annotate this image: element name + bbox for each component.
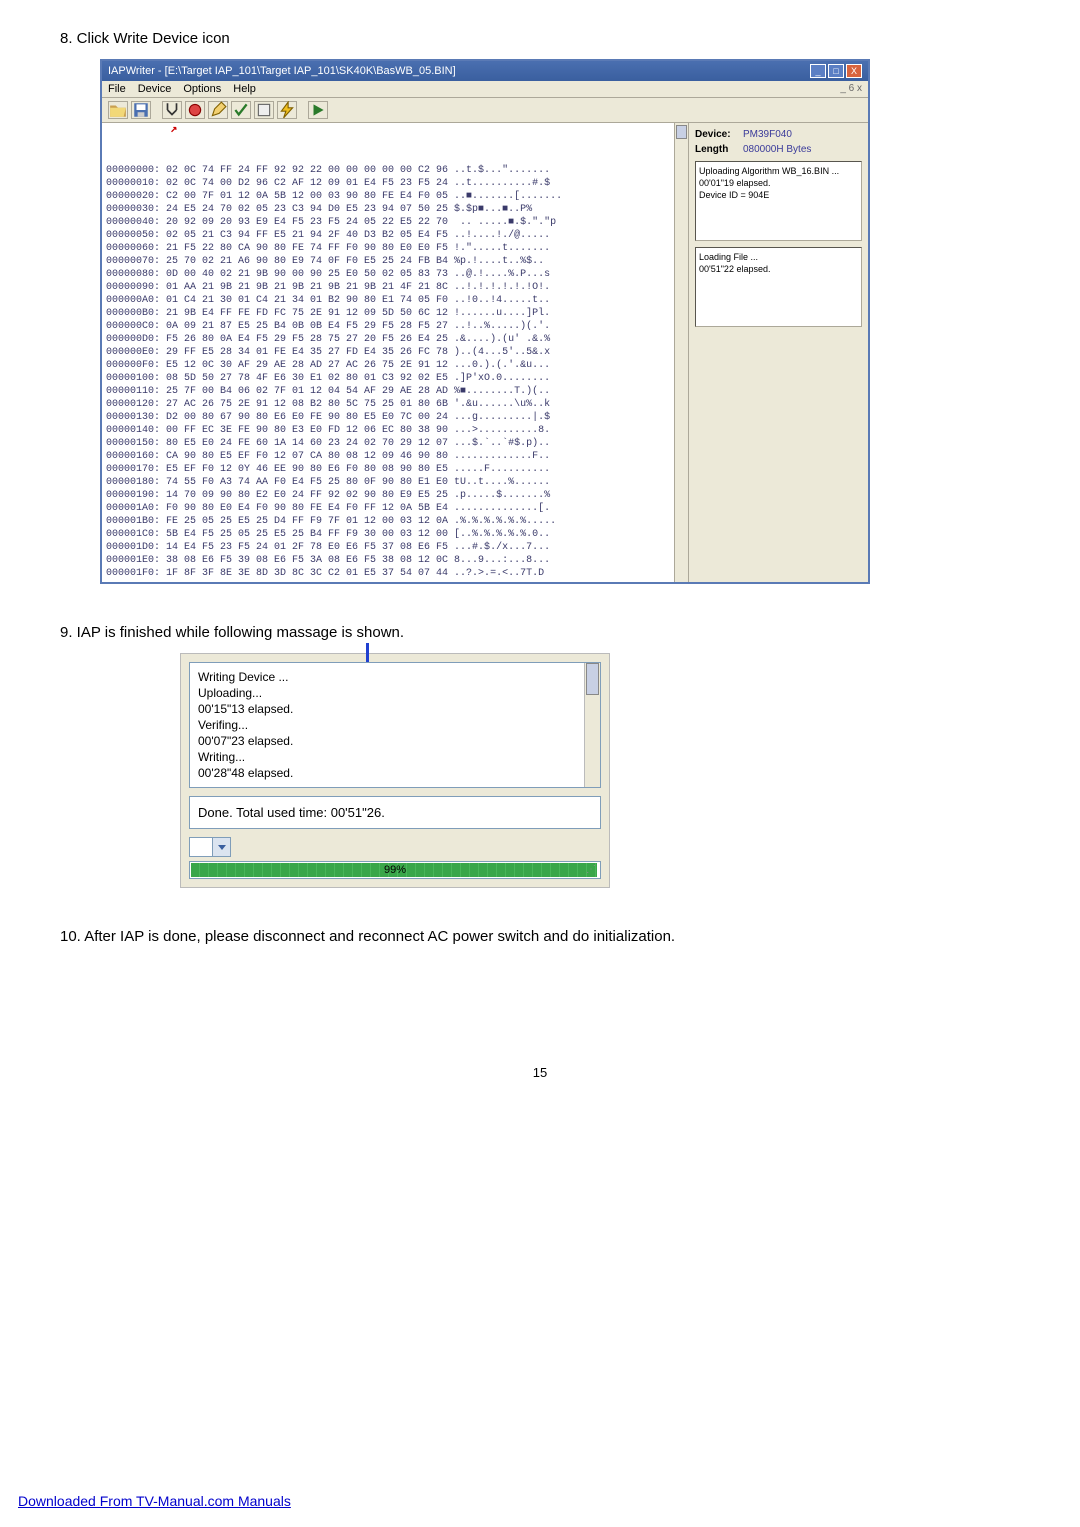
- hex-line: 00000060: 21 F5 22 80 CA 90 80 FE 74 FF …: [106, 242, 670, 255]
- hex-line: 00000100: 08 5D 50 27 78 4F E6 30 E1 02 …: [106, 372, 670, 385]
- device-label: Device:: [695, 129, 743, 140]
- step-10-text: 10. After IAP is done, please disconnect…: [60, 928, 1020, 945]
- menu-help[interactable]: Help: [233, 83, 256, 95]
- hex-line: 00000090: 01 AA 21 9B 21 9B 21 9B 21 9B …: [106, 281, 670, 294]
- hex-line: 000000A0: 01 C4 21 30 01 C4 21 34 01 B2 …: [106, 294, 670, 307]
- menu-options[interactable]: Options: [183, 83, 221, 95]
- log-textarea: Writing Device ... Uploading... 00'15"13…: [189, 662, 601, 788]
- page-number: 15: [60, 1065, 1020, 1080]
- log-line: Writing...: [198, 749, 592, 765]
- hex-line: 00000160: CA 90 80 E5 EF F0 12 07 CA 80 …: [106, 450, 670, 463]
- chevron-down-icon[interactable]: [213, 837, 231, 857]
- done-text: Done. Total used time: 00'51"26.: [189, 796, 601, 829]
- status-box-2: Loading File ... 00'51"22 elapsed.: [695, 247, 862, 327]
- toolbar: [102, 98, 868, 123]
- hex-line: 00000010: 02 0C 74 00 D2 96 C2 AF 12 09 …: [106, 177, 670, 190]
- lightning-icon[interactable]: [277, 101, 297, 119]
- combo-select[interactable]: [189, 837, 601, 857]
- device-value: PM39F040: [743, 129, 792, 140]
- minimize-button[interactable]: _: [810, 64, 826, 78]
- play-icon[interactable]: [308, 101, 328, 119]
- progress-bar: 99% ⋰: [189, 861, 601, 879]
- resize-grip-icon[interactable]: ⋰: [586, 864, 600, 878]
- hex-line: 000000F0: E5 12 0C 30 AF 29 AE 28 AD 27 …: [106, 359, 670, 372]
- hex-line: 000001C0: 5B E4 F5 25 05 25 E5 25 B4 FF …: [106, 528, 670, 541]
- hex-line: 00000070: 25 70 02 21 A6 90 80 E9 74 0F …: [106, 255, 670, 268]
- hex-line: 00000080: 0D 00 40 02 21 9B 90 00 90 25 …: [106, 268, 670, 281]
- open-icon[interactable]: [108, 101, 128, 119]
- status-line: Loading File ...: [699, 251, 858, 263]
- status-box: Uploading Algorithm WB_16.BIN ... 00'01"…: [695, 161, 862, 241]
- hex-line: 000000C0: 0A 09 21 87 E5 25 B4 0B 0B E4 …: [106, 320, 670, 333]
- combo-value: [189, 837, 213, 857]
- hex-line: 000000D0: F5 26 80 0A E4 F5 29 F5 28 75 …: [106, 333, 670, 346]
- log-line: 00'07"23 elapsed.: [198, 733, 592, 749]
- maximize-button[interactable]: □: [828, 64, 844, 78]
- hex-line: 000001D0: 14 E4 F5 23 F5 24 01 2F 78 E0 …: [106, 541, 670, 554]
- mdi-buttons[interactable]: _ 6 x: [840, 83, 862, 95]
- hex-line: 000001B0: FE 25 05 25 E5 25 D4 FF F9 7F …: [106, 515, 670, 528]
- footer-link[interactable]: Downloaded From TV-Manual.com Manuals: [18, 1493, 291, 1509]
- scrollbar[interactable]: [674, 123, 688, 582]
- status-line: Device ID = 904E: [699, 189, 858, 201]
- write-icon[interactable]: [208, 101, 228, 119]
- scrollbar[interactable]: [584, 663, 600, 787]
- log-line: 00'15"13 elapsed.: [198, 701, 592, 717]
- main-area: ↗ 00000000: 02 0C 74 FF 24 FF 92 92 22 0…: [102, 123, 868, 582]
- hex-line: 00000180: 74 55 F0 A3 74 AA F0 E4 F5 25 …: [106, 476, 670, 489]
- side-panel: Device: PM39F040 Length 080000H Bytes Up…: [688, 123, 868, 582]
- hex-line: 000000B0: 21 9B E4 FF FE FD FC 75 2E 91 …: [106, 307, 670, 320]
- log-line: Uploading...: [198, 685, 592, 701]
- menu-file[interactable]: File: [108, 83, 126, 95]
- hex-line: 000001E0: 38 08 E6 F5 39 08 E6 F5 3A 08 …: [106, 554, 670, 567]
- hex-window: IAPWriter - [E:\Target IAP_101\Target IA…: [100, 59, 870, 584]
- hex-line: 00000000: 02 0C 74 FF 24 FF 92 92 22 00 …: [106, 164, 670, 177]
- close-button[interactable]: X: [846, 64, 862, 78]
- step-8-text: 8. Click Write Device icon: [60, 30, 1020, 47]
- status-line: 00'51"22 elapsed.: [699, 263, 858, 275]
- hex-line: 00000020: C2 00 7F 01 12 0A 5B 12 00 03 …: [106, 190, 670, 203]
- hex-line: 00000040: 20 92 09 20 93 E9 E4 F5 23 F5 …: [106, 216, 670, 229]
- hex-line: 00000110: 25 7F 00 B4 06 02 7F 01 12 04 …: [106, 385, 670, 398]
- hex-line: 00000140: 00 FF EC 3E FE 90 80 E3 E0 FD …: [106, 424, 670, 437]
- hex-dump: ↗ 00000000: 02 0C 74 FF 24 FF 92 92 22 0…: [102, 123, 674, 582]
- save-icon[interactable]: [131, 101, 151, 119]
- window-buttons: _ □ X: [810, 64, 862, 78]
- hex-line: 000000E0: 29 FF E5 28 34 01 FE E4 35 27 …: [106, 346, 670, 359]
- log-line: Writing Device ...: [198, 669, 592, 685]
- hex-line: 00000130: D2 00 80 67 90 80 E6 E0 FE 90 …: [106, 411, 670, 424]
- step-9-text: 9. IAP is finished while following massa…: [60, 624, 1020, 641]
- length-value: 080000H Bytes: [743, 144, 811, 155]
- verify-icon[interactable]: [231, 101, 251, 119]
- hex-line: 00000190: 14 70 09 90 80 E2 E0 24 FF 92 …: [106, 489, 670, 502]
- length-label: Length: [695, 144, 743, 155]
- hex-line: 00000050: 02 05 21 C3 94 FF E5 21 94 2F …: [106, 229, 670, 242]
- hex-line: 00000170: E5 EF F0 12 0Y 46 EE 90 80 E6 …: [106, 463, 670, 476]
- log-line: 00'28"48 elapsed.: [198, 765, 592, 781]
- menubar: File Device Options Help _ 6 x: [102, 81, 868, 98]
- device-icon[interactable]: [185, 101, 205, 119]
- log-line: Verifing...: [198, 717, 592, 733]
- progress-window: Writing Device ... Uploading... 00'15"13…: [180, 653, 610, 888]
- menu-device[interactable]: Device: [138, 83, 172, 95]
- window-title: IAPWriter - [E:\Target IAP_101\Target IA…: [108, 65, 456, 77]
- status-line: 00'01"19 elapsed.: [699, 177, 858, 189]
- hex-line: 000001A0: F0 90 80 E0 E4 F0 90 80 FE E4 …: [106, 502, 670, 515]
- erase-icon[interactable]: [254, 101, 274, 119]
- hex-line: 00000120: 27 AC 26 75 2E 91 12 08 B2 80 …: [106, 398, 670, 411]
- hex-line: 00000030: 24 E5 24 70 02 05 23 C3 94 D0 …: [106, 203, 670, 216]
- connect-icon[interactable]: [162, 101, 182, 119]
- hex-line: 00000150: 80 E5 E0 24 FE 60 1A 14 60 23 …: [106, 437, 670, 450]
- cursor-arrow-icon: ↗: [170, 123, 177, 136]
- titlebar: IAPWriter - [E:\Target IAP_101\Target IA…: [102, 61, 868, 81]
- hex-line: 000001F0: 1F 8F 3F 8E 3E 8D 3D 8C 3C C2 …: [106, 567, 670, 580]
- progress-percent: 99%: [190, 862, 600, 878]
- status-line: Uploading Algorithm WB_16.BIN ...: [699, 165, 858, 177]
